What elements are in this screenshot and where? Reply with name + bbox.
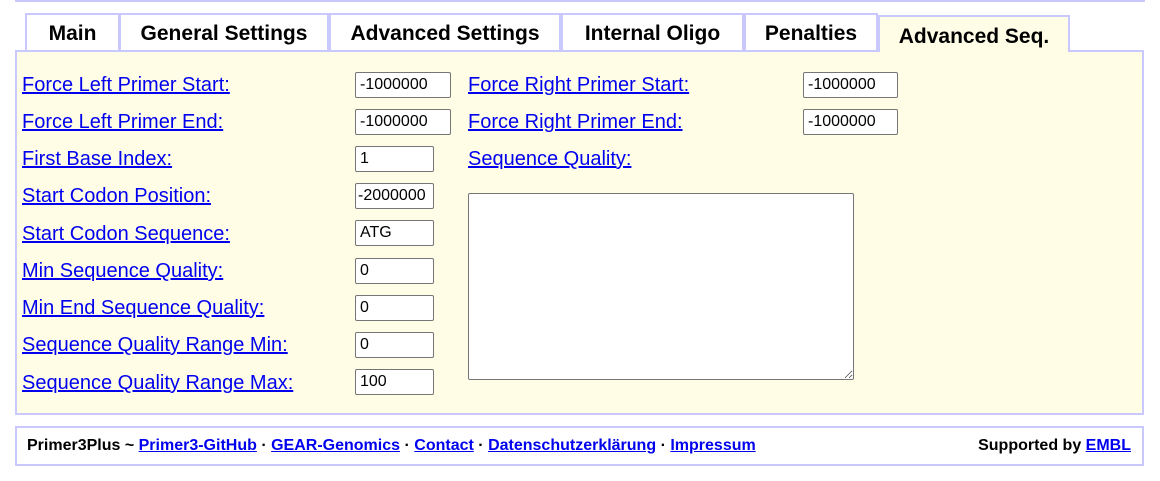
label-force-left-primer-start[interactable]: Force Left Primer Start: <box>22 73 230 97</box>
tab-advanced-seq[interactable]: Advanced Seq. <box>878 15 1070 52</box>
tab-general-settings[interactable]: General Settings <box>119 13 329 51</box>
footer-separator: · <box>261 437 267 454</box>
label-first-base-index[interactable]: First Base Index: <box>22 147 172 171</box>
sequence-quality-range-min-input[interactable] <box>355 332 434 358</box>
tab-penalties[interactable]: Penalties <box>744 13 878 51</box>
label-sequence-quality-range-max[interactable]: Sequence Quality Range Max: <box>22 371 293 395</box>
link-primer3-github[interactable]: Primer3-GitHub <box>139 437 257 454</box>
start-codon-sequence-input[interactable] <box>355 220 434 246</box>
min-sequence-quality-input[interactable] <box>355 258 434 284</box>
footer-separator: · <box>660 437 666 454</box>
link-datenschutzerklaerung[interactable]: Datenschutzerklärung <box>488 437 656 454</box>
link-contact[interactable]: Contact <box>414 437 474 454</box>
link-gear-genomics[interactable]: GEAR-Genomics <box>271 437 400 454</box>
tab-internal-oligo[interactable]: Internal Oligo <box>561 13 744 51</box>
supported-by-text: Supported by <box>978 437 1082 454</box>
label-start-codon-position[interactable]: Start Codon Position: <box>22 184 211 208</box>
label-min-end-sequence-quality[interactable]: Min End Sequence Quality: <box>22 296 264 320</box>
footer-separator: · <box>404 437 410 454</box>
label-force-right-primer-start[interactable]: Force Right Primer Start: <box>468 73 689 97</box>
footer-support: Supported by EMBL <box>978 437 1131 455</box>
label-sequence-quality[interactable]: Sequence Quality: <box>468 147 631 171</box>
label-start-codon-sequence[interactable]: Start Codon Sequence: <box>22 222 230 246</box>
force-right-primer-end-input[interactable] <box>803 109 898 135</box>
label-force-right-primer-end[interactable]: Force Right Primer End: <box>468 110 683 134</box>
sequence-quality-range-max-input[interactable] <box>355 369 434 395</box>
label-sequence-quality-range-min[interactable]: Sequence Quality Range Min: <box>22 333 288 357</box>
label-force-left-primer-end[interactable]: Force Left Primer End: <box>22 110 223 134</box>
force-left-primer-end-input[interactable] <box>355 109 451 135</box>
force-right-primer-start-input[interactable] <box>803 72 898 98</box>
footer-brand: Primer3Plus ~ <box>27 437 135 454</box>
footer: Primer3Plus ~ Primer3-GitHub · GEAR-Geno… <box>15 426 1144 466</box>
min-end-sequence-quality-input[interactable] <box>355 295 434 321</box>
tab-main[interactable]: Main <box>25 13 120 51</box>
label-min-sequence-quality[interactable]: Min Sequence Quality: <box>22 259 223 283</box>
first-base-index-input[interactable] <box>355 146 434 172</box>
link-embl[interactable]: EMBL <box>1086 437 1131 454</box>
force-left-primer-start-input[interactable] <box>355 72 451 98</box>
sequence-quality-textarea[interactable] <box>468 193 854 380</box>
link-impressum[interactable]: Impressum <box>670 437 755 454</box>
footer-links: Primer3Plus ~ Primer3-GitHub · GEAR-Geno… <box>27 437 756 455</box>
footer-separator: · <box>478 437 484 454</box>
start-codon-position-input[interactable] <box>355 183 434 209</box>
tab-advanced-settings[interactable]: Advanced Settings <box>329 13 561 51</box>
top-border-line <box>15 0 1145 2</box>
